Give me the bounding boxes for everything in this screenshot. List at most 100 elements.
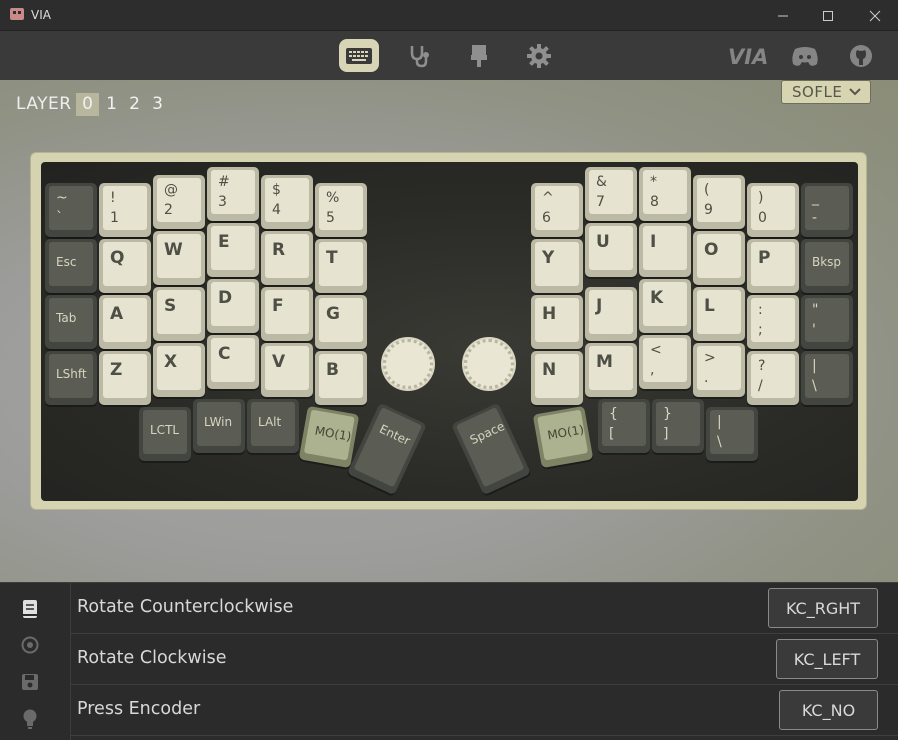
key[interactable]: R: [261, 231, 313, 285]
github-link[interactable]: [841, 39, 881, 72]
maximize-button[interactable]: [805, 0, 851, 31]
key[interactable]: @2: [153, 175, 205, 229]
keycap-top: ~ `: [49, 186, 93, 230]
keycap-top: * 8: [643, 170, 687, 214]
key[interactable]: LAlt: [247, 399, 299, 453]
layer-3-button[interactable]: 3: [146, 93, 169, 116]
key[interactable]: | \: [706, 407, 758, 461]
sidebar-save-button[interactable]: [20, 672, 40, 692]
key-label: W: [164, 240, 183, 260]
key[interactable]: Bksp: [801, 239, 853, 293]
right-encoder-knob[interactable]: [464, 339, 514, 389]
nav-test-tab[interactable]: [399, 39, 439, 72]
key[interactable]: Esc: [45, 239, 97, 293]
key[interactable]: L: [693, 287, 745, 341]
key-shift-label: _: [812, 190, 819, 206]
keycap-top: >.: [697, 346, 741, 390]
key[interactable]: F: [261, 287, 313, 341]
rotate-ccw-key-button[interactable]: KC_RGHT: [768, 588, 878, 628]
key[interactable]: $4: [261, 175, 313, 229]
key[interactable]: _ -: [801, 183, 853, 237]
key[interactable]: W: [153, 231, 205, 285]
key[interactable]: #3: [207, 167, 259, 221]
save-icon: [22, 674, 38, 690]
key[interactable]: I: [639, 223, 691, 277]
key[interactable]: D: [207, 279, 259, 333]
discord-link[interactable]: [785, 39, 825, 72]
key[interactable]: ~ `: [45, 183, 97, 237]
key[interactable]: V: [261, 343, 313, 397]
key[interactable]: % 5: [315, 183, 367, 237]
gear-icon: [527, 43, 551, 68]
key[interactable]: :;: [747, 295, 799, 349]
key[interactable]: A: [99, 295, 151, 349]
nav-configure-tab[interactable]: [339, 39, 379, 72]
key-shift-label: !: [110, 190, 116, 206]
key-shift-label: |: [717, 414, 722, 430]
key-base-label: -: [812, 210, 818, 226]
key[interactable]: B: [315, 351, 367, 405]
minimize-button[interactable]: [760, 0, 806, 31]
keycap-top: Z: [103, 354, 147, 398]
key[interactable]: H: [531, 295, 583, 349]
key[interactable]: P: [747, 239, 799, 293]
key[interactable]: MO(1): [532, 405, 594, 469]
key[interactable]: Q: [99, 239, 151, 293]
keycap-top: J: [589, 290, 633, 334]
key[interactable]: * 8: [639, 167, 691, 221]
key[interactable]: >.: [693, 343, 745, 397]
key[interactable]: S: [153, 287, 205, 341]
key[interactable]: J: [585, 287, 637, 341]
key[interactable]: O: [693, 231, 745, 285]
rotate-cw-key-button[interactable]: KC_LEFT: [776, 639, 878, 679]
key[interactable]: U: [585, 223, 637, 277]
key[interactable]: <,: [639, 335, 691, 389]
keycap-top: E: [211, 226, 255, 270]
left-encoder-knob[interactable]: [383, 339, 433, 389]
key[interactable]: " ': [801, 295, 853, 349]
key[interactable]: & 7: [585, 167, 637, 221]
layer-0-button[interactable]: 0: [76, 93, 99, 116]
key-label: LShft: [56, 367, 87, 381]
sidebar-keymap-button[interactable]: [20, 599, 40, 619]
key[interactable]: MO(1): [298, 405, 360, 469]
key[interactable]: E: [207, 223, 259, 277]
close-button[interactable]: [852, 0, 898, 31]
keycap-top: LWin: [197, 402, 241, 446]
keycap-top: $4: [265, 178, 309, 222]
key-base-label: ,: [650, 362, 655, 378]
book-icon: [23, 600, 37, 618]
key[interactable]: }]: [652, 399, 704, 453]
layer-1-button[interactable]: 1: [100, 93, 123, 116]
key[interactable]: LShft: [45, 351, 97, 405]
key[interactable]: M: [585, 343, 637, 397]
key[interactable]: Z: [99, 351, 151, 405]
key[interactable]: | \: [801, 351, 853, 405]
sidebar-tips-button[interactable]: [20, 709, 40, 729]
key[interactable]: X: [153, 343, 205, 397]
sidebar-macros-button[interactable]: [20, 635, 40, 655]
keycap-top: S: [157, 290, 201, 334]
key-shift-label: ": [812, 302, 819, 318]
press-encoder-key-button[interactable]: KC_NO: [779, 690, 878, 730]
key[interactable]: LCTL: [139, 407, 191, 461]
key[interactable]: (9: [693, 175, 745, 229]
nav-settings-tab[interactable]: [519, 39, 559, 72]
key[interactable]: ^ 6: [531, 183, 583, 237]
key[interactable]: ? /: [747, 351, 799, 405]
key[interactable]: Y: [531, 239, 583, 293]
layer-2-button[interactable]: 2: [123, 93, 146, 116]
key[interactable]: C: [207, 335, 259, 389]
key[interactable]: LWin: [193, 399, 245, 453]
key[interactable]: G: [315, 295, 367, 349]
key[interactable]: ! 1: [99, 183, 151, 237]
key[interactable]: {[: [598, 399, 650, 453]
key[interactable]: Tab: [45, 295, 97, 349]
key[interactable]: N: [531, 351, 583, 405]
key[interactable]: K: [639, 279, 691, 333]
nav-design-tab[interactable]: [459, 39, 499, 72]
key[interactable]: ) 0: [747, 183, 799, 237]
key[interactable]: T: [315, 239, 367, 293]
keyboard-select[interactable]: SOFLE: [781, 80, 871, 104]
keycap-top: ? /: [751, 354, 795, 398]
